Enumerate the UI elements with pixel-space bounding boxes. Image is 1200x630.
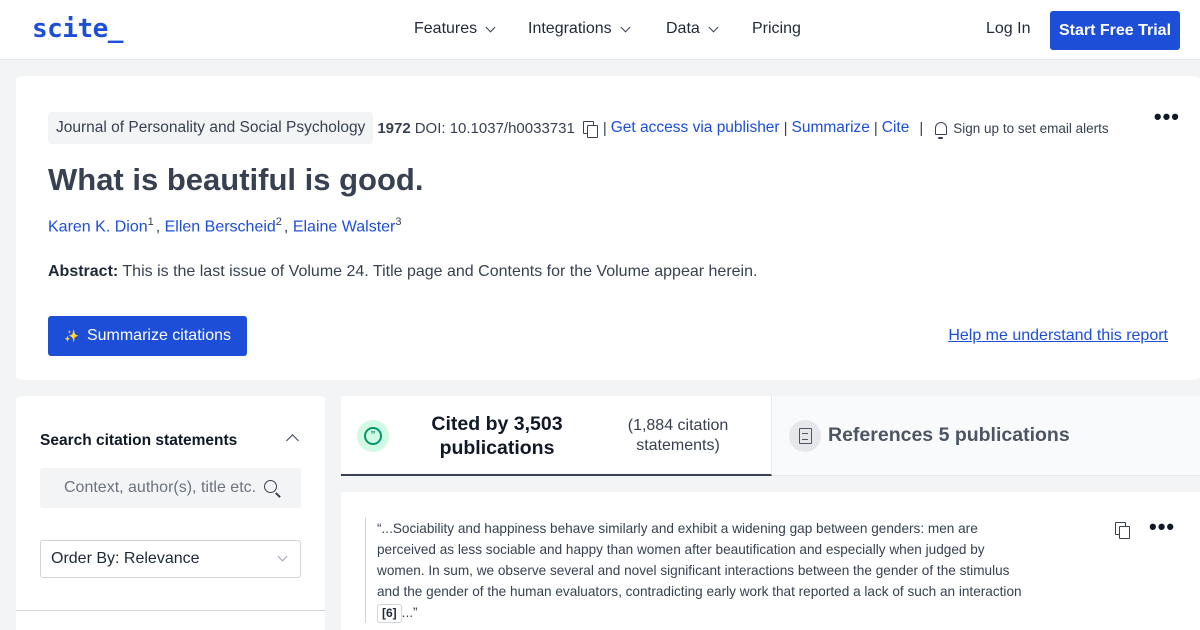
more-options-icon[interactable]: ••• (1149, 514, 1175, 540)
author-affiliation: 3 (395, 216, 402, 228)
citation-statements-count: (1,884 citation statements) (627, 417, 729, 454)
chevron-down-icon (277, 551, 288, 562)
bell-icon[interactable] (935, 121, 948, 139)
top-navbar: scite_ Features Integrations Data Pricin… (0, 0, 1200, 60)
help-understand-link[interactable]: Help me understand this report (948, 327, 1168, 345)
journal-badge[interactable]: Journal of Personality and Social Psycho… (48, 112, 374, 144)
abstract-text: This is the last issue of Volume 24. Tit… (122, 263, 758, 280)
order-by-value: Order By: Relevance (51, 550, 200, 567)
cite-link[interactable]: Cite (882, 119, 910, 137)
copy-icon[interactable] (582, 120, 598, 138)
citation-text: “...Sociability and happiness behave sim… (377, 521, 1022, 599)
chevron-up-icon[interactable] (286, 434, 299, 447)
citation-statement-card: “...Sociability and happiness behave sim… (341, 492, 1200, 630)
nav-pricing[interactable]: Pricing (752, 20, 801, 38)
author-affiliation: 1 (147, 216, 154, 228)
scite-logo[interactable]: scite_ (32, 14, 123, 44)
citation-search-sidebar: Search citation statements Order By: Rel… (16, 396, 325, 630)
more-options-icon[interactable]: ••• (1154, 104, 1180, 130)
nav-integrations[interactable]: Integrations (528, 20, 631, 38)
login-link[interactable]: Log In (986, 20, 1030, 38)
author-link[interactable]: Ellen Berscheid (165, 218, 276, 235)
start-free-trial-button[interactable]: Start Free Trial (1050, 11, 1180, 50)
reference-tag[interactable]: [6] (377, 604, 402, 623)
document-icon (798, 428, 812, 444)
separator: | (602, 119, 607, 137)
divider (16, 610, 325, 611)
author-link[interactable]: Karen K. Dion (48, 218, 148, 235)
citation-tabs: ” Cited by 3,503 publications (1,884 cit… (341, 396, 1200, 476)
copy-icon[interactable] (1115, 522, 1130, 539)
tab-cited-by[interactable]: ” Cited by 3,503 publications (1,884 cit… (341, 396, 772, 476)
chevron-down-icon (485, 22, 496, 32)
separator: | (919, 119, 924, 137)
citation-tail: ...” (401, 605, 418, 620)
author-link[interactable]: Elaine Walster (293, 218, 396, 235)
nav-features-label: Features (414, 20, 478, 37)
references-badge (789, 420, 821, 452)
order-by-select[interactable]: Order By: Relevance (40, 540, 301, 578)
email-alerts-link[interactable]: Sign up to set email alerts (953, 121, 1108, 136)
separator: | (783, 119, 788, 137)
chevron-down-icon (620, 22, 631, 32)
chevron-down-icon (708, 22, 719, 32)
publication-year: 1972 (377, 119, 411, 137)
abstract: Abstract: This is the last issue of Volu… (48, 263, 757, 281)
separator: | (873, 119, 878, 137)
cited-by-count: Cited by 3,503 publications (431, 413, 563, 459)
cited-badge: ” (357, 420, 389, 452)
paper-header-card: Journal of Personality and Social Psycho… (16, 76, 1200, 380)
search-icon[interactable] (264, 480, 277, 493)
abstract-label: Abstract: (48, 263, 119, 280)
get-access-link[interactable]: Get access via publisher (611, 119, 780, 137)
citation-snippet: “...Sociability and happiness behave sim… (365, 518, 1025, 623)
nav-pricing-label: Pricing (752, 20, 801, 37)
magic-wand-icon: ✨ (64, 329, 79, 343)
sidebar-title: Search citation statements (40, 432, 238, 449)
author-affiliation: 2 (275, 216, 282, 228)
nav-data[interactable]: Data (666, 20, 719, 38)
author-list: Karen K. Dion1, Ellen Berscheid2, Elaine… (48, 216, 402, 236)
doi-text: DOI: 10.1037/h0033731 (414, 119, 575, 137)
nav-integrations-label: Integrations (528, 20, 612, 37)
paper-meta-row: Journal of Personality and Social Psycho… (48, 112, 1109, 144)
summarize-citations-button[interactable]: ✨ Summarize citations (48, 316, 247, 356)
citation-search-input[interactable] (40, 468, 301, 508)
tab-references[interactable]: References 5 publications (773, 396, 1200, 476)
summarize-link[interactable]: Summarize (792, 119, 870, 137)
references-count: References 5 publications (828, 424, 1070, 446)
paper-title: What is beautiful is good. (48, 162, 424, 197)
nav-data-label: Data (666, 20, 700, 37)
nav-features[interactable]: Features (414, 20, 496, 38)
speech-bubble-quote-icon: ” (364, 427, 382, 445)
summarize-citations-label: Summarize citations (86, 327, 231, 344)
